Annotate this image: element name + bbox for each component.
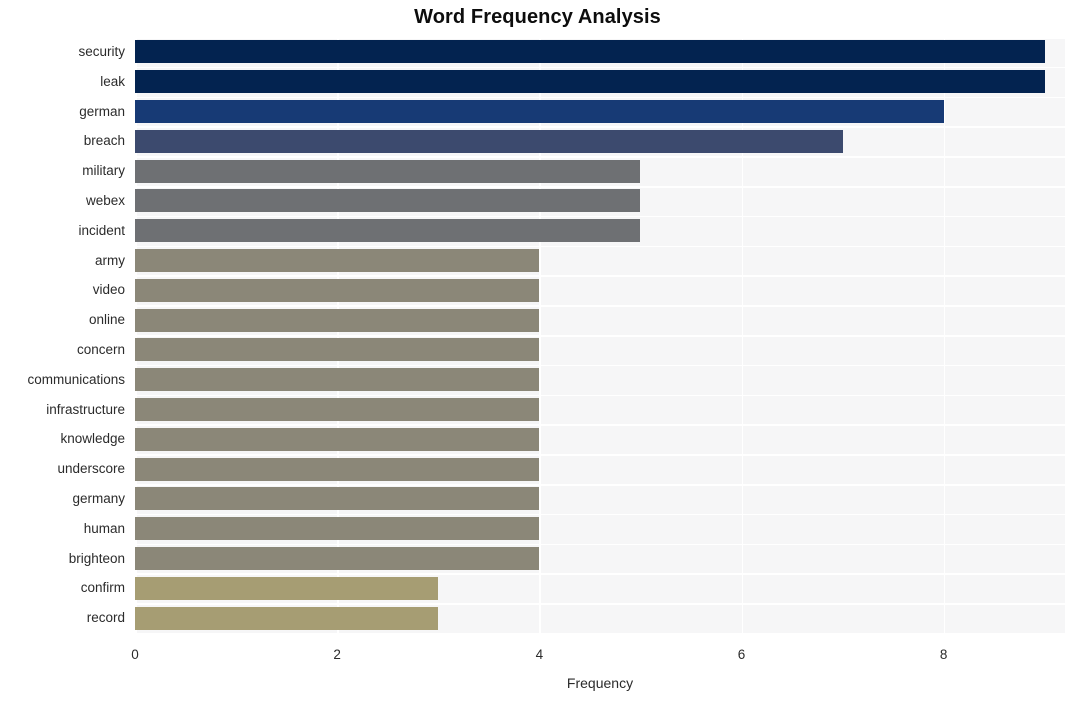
x-tick-label: 6 [737, 647, 746, 662]
horizontal-gridline [135, 156, 1065, 158]
x-tick-label: 0 [131, 647, 139, 662]
bar-leak[interactable] [135, 70, 1045, 94]
y-tick-label: brighteon [68, 550, 125, 566]
bar-communications[interactable] [135, 368, 540, 392]
horizontal-gridline [135, 275, 1065, 277]
bar-underscore[interactable] [135, 457, 540, 481]
horizontal-gridline [135, 335, 1065, 337]
bar-knowledge[interactable] [135, 427, 540, 451]
y-tick-label: online [88, 312, 125, 328]
bar-confirm[interactable] [135, 576, 439, 600]
horizontal-gridline [135, 454, 1065, 456]
word-frequency-chart: Word Frequency Analysis security leak germ… [0, 0, 1075, 701]
bar-concern[interactable] [135, 338, 540, 362]
horizontal-gridline [135, 633, 1065, 635]
plot-area [135, 37, 1065, 635]
y-tick-label: confirm [80, 580, 125, 596]
horizontal-gridline [135, 126, 1065, 128]
y-tick-label: webex [85, 192, 125, 208]
y-tick-label: infrastructure [46, 401, 125, 417]
x-tick-label: 8 [939, 647, 948, 662]
horizontal-gridline [135, 543, 1065, 546]
bar-army[interactable] [135, 249, 540, 272]
horizontal-gridline [135, 186, 1065, 188]
bar-video[interactable] [135, 278, 540, 302]
bar-online[interactable] [135, 308, 540, 332]
horizontal-gridline [135, 484, 1065, 486]
bar-webex[interactable] [135, 189, 641, 213]
horizontal-gridline [135, 573, 1065, 575]
horizontal-gridline [135, 66, 1065, 69]
x-tick-label: 4 [535, 647, 544, 662]
chart-title: Word Frequency Analysis [414, 6, 661, 28]
horizontal-gridline [135, 305, 1065, 307]
bar-security[interactable] [135, 40, 1045, 64]
bar-infrastructure[interactable] [135, 398, 540, 421]
horizontal-gridline [135, 215, 1065, 218]
horizontal-gridline [135, 424, 1065, 426]
y-tick-label: breach [83, 133, 125, 149]
y-tick-label: communications [27, 371, 125, 387]
horizontal-gridline [135, 513, 1065, 516]
bar-germany[interactable] [135, 487, 540, 511]
y-tick-label: human [83, 520, 125, 536]
bar-german[interactable] [135, 100, 944, 123]
horizontal-gridline [135, 37, 1065, 39]
bar-military[interactable] [135, 159, 641, 183]
y-tick-label: german [79, 103, 125, 119]
x-tick-label: 2 [333, 647, 341, 662]
y-tick-label: germany [72, 490, 125, 506]
horizontal-gridline [135, 245, 1065, 248]
bar-human[interactable] [135, 517, 540, 541]
y-tick-label: record [86, 610, 125, 626]
y-tick-label: military [82, 163, 125, 179]
y-tick-label: knowledge [60, 431, 125, 447]
horizontal-gridline [135, 394, 1065, 397]
horizontal-gridline [135, 603, 1065, 605]
bar-record[interactable] [135, 606, 439, 630]
y-tick-label: army [95, 252, 125, 268]
y-tick-label: underscore [57, 461, 125, 477]
y-tick-label: leak [100, 73, 125, 89]
horizontal-gridline [135, 364, 1065, 367]
bar-brighteon[interactable] [135, 547, 540, 570]
y-tick-label: video [92, 282, 125, 298]
y-tick-label: incident [78, 222, 125, 238]
bar-incident[interactable] [135, 219, 641, 243]
x-axis-label: Frequency [566, 675, 634, 691]
horizontal-gridline [135, 96, 1065, 99]
y-tick-label: security [78, 43, 125, 59]
bar-breach[interactable] [135, 129, 843, 153]
y-tick-label: concern [76, 341, 125, 357]
